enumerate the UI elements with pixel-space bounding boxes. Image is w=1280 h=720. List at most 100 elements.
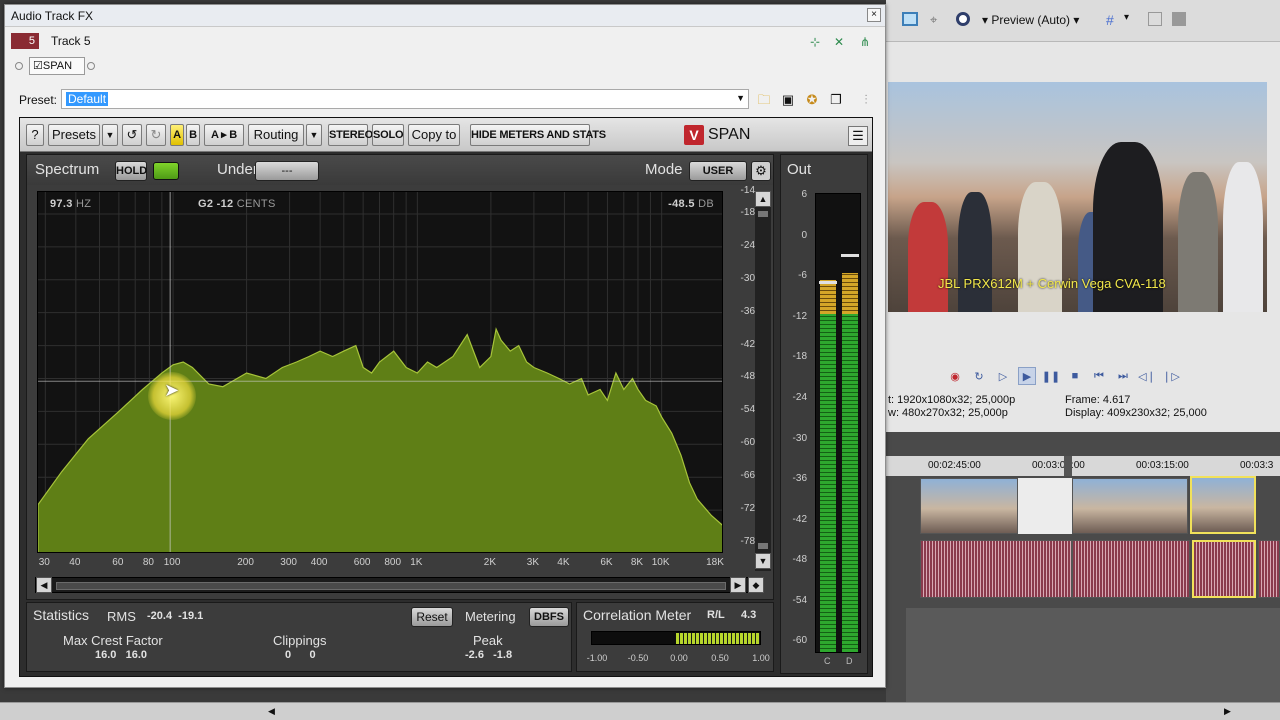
host-status-bar: ◀ ▶ bbox=[0, 702, 1280, 720]
gear-icon[interactable]: ⚙ bbox=[751, 161, 771, 181]
x-tick-label: 8K bbox=[630, 557, 644, 568]
play-from-start-icon[interactable]: ▷ bbox=[994, 367, 1012, 385]
reset-button[interactable]: Reset bbox=[411, 607, 453, 627]
play-icon[interactable]: ▶ bbox=[1018, 367, 1036, 385]
next-frame-icon[interactable]: ❘▷ bbox=[1162, 367, 1180, 385]
presets-button[interactable]: Presets bbox=[48, 124, 100, 146]
readout-frequency-unit: HZ bbox=[75, 198, 92, 210]
plugin-chain-pill[interactable]: ☑SPAN bbox=[29, 57, 85, 75]
close-button[interactable]: × bbox=[867, 8, 881, 22]
grid-icon[interactable]: # bbox=[1106, 12, 1114, 28]
timeline-ruler[interactable]: 00:02:45:00 00:03:00:00 00:03:15:00 00:0… bbox=[886, 456, 1280, 476]
window-titlebar[interactable]: Audio Track FX × bbox=[5, 5, 885, 27]
preset-dropdown[interactable]: Default ▼ bbox=[61, 89, 749, 109]
cursor-frequency-readout: 97.3 HZ bbox=[50, 198, 91, 210]
hide-meters-button[interactable]: HIDE METERS AND STATS bbox=[470, 124, 606, 146]
go-to-start-icon[interactable]: ⏮ bbox=[1090, 367, 1108, 385]
pause-icon[interactable]: ❚❚ bbox=[1042, 367, 1060, 385]
solo-button[interactable]: SOLO bbox=[372, 124, 404, 146]
playhead-marker[interactable] bbox=[1064, 456, 1072, 476]
overlay-icon[interactable] bbox=[956, 12, 970, 26]
save-preset-icon[interactable]: ▣ bbox=[779, 91, 797, 109]
x-tick-label: 300 bbox=[280, 557, 297, 568]
copy-a-to-b-button[interactable]: A ▸ B bbox=[204, 124, 244, 146]
chain-start-icon bbox=[15, 62, 23, 70]
scroll-left-icon[interactable]: ◀ bbox=[268, 706, 275, 717]
preview-info: w: 480x270x32; 25,000p bbox=[888, 407, 1008, 419]
redo-icon[interactable]: ↻ bbox=[146, 124, 166, 146]
scroll-down-icon[interactable]: ▼ bbox=[755, 553, 771, 569]
clippings-label: Clippings bbox=[273, 633, 327, 648]
rl-label: R/L bbox=[707, 609, 725, 621]
y-tick-label: -18 bbox=[740, 206, 755, 218]
clippings-values: 0 0 bbox=[285, 649, 316, 661]
grid-dropdown-icon[interactable]: ▾ bbox=[1124, 12, 1129, 23]
copy-to-button[interactable]: Copy to bbox=[408, 124, 460, 146]
open-folder-icon[interactable]: 🗀 bbox=[755, 91, 773, 109]
vertical-zoom-scrollbar[interactable]: ▲ ▼ bbox=[755, 191, 771, 571]
underlay-selector[interactable]: --- bbox=[255, 161, 319, 181]
horizontal-zoom-scrollbar[interactable]: ◀ ▶ ◆ bbox=[35, 577, 764, 593]
state-a-button[interactable]: A bbox=[170, 124, 184, 146]
chain-options-icon[interactable]: ⋔ bbox=[857, 35, 873, 49]
y-tick-label: -24 bbox=[740, 239, 755, 251]
vertical-scroll-thumb[interactable] bbox=[758, 211, 768, 217]
undo-icon[interactable]: ↺ bbox=[122, 124, 142, 146]
horizontal-scroll-track[interactable] bbox=[56, 582, 726, 590]
meter-tick-label: 0 bbox=[801, 229, 807, 241]
hold-button[interactable]: HOLD bbox=[115, 161, 147, 181]
preview-monitor-icon[interactable] bbox=[902, 12, 918, 26]
selected-video-clip[interactable] bbox=[1190, 476, 1256, 534]
copy-preset-icon[interactable]: ❐ bbox=[827, 91, 845, 109]
vertical-scroll-thumb-end[interactable] bbox=[758, 543, 768, 549]
scroll-right-icon[interactable]: ▶ bbox=[730, 577, 746, 593]
span-logo-text: SPAN bbox=[708, 126, 751, 143]
video-preview-frame: JBL PRX612M + Cerwin Vega CVA-118 bbox=[888, 82, 1267, 312]
preview-quality-dropdown[interactable]: ▾ Preview (Auto) ▾ bbox=[982, 13, 1079, 27]
x-tick-label: 60 bbox=[112, 557, 124, 568]
disabled-option-icon: ⫶ bbox=[864, 92, 868, 107]
cursor-level-readout: -48.5 DB bbox=[668, 198, 714, 210]
x-tick-label: 200 bbox=[237, 557, 254, 568]
stop-icon[interactable]: ■ bbox=[1066, 367, 1084, 385]
right-channel-label: D bbox=[846, 656, 853, 666]
mode-selector[interactable]: USER bbox=[689, 161, 747, 181]
record-icon[interactable]: ◉ bbox=[946, 367, 964, 385]
previous-frame-icon[interactable]: ◁❘ bbox=[1138, 367, 1156, 385]
audio-clip[interactable] bbox=[1258, 540, 1280, 598]
spectrum-graph[interactable]: 97.3 HZ G2 -12 CENTS -48.5 DB ➤ bbox=[37, 191, 723, 553]
empty-track-area[interactable] bbox=[906, 608, 1280, 702]
video-clip[interactable] bbox=[920, 478, 1018, 534]
hold-indicator[interactable] bbox=[153, 162, 179, 180]
stereo-button[interactable]: STEREO bbox=[328, 124, 373, 146]
export-preset-icon[interactable]: ✪ bbox=[803, 91, 821, 109]
audio-clip[interactable] bbox=[920, 540, 1072, 598]
routing-button[interactable]: Routing bbox=[248, 124, 304, 146]
remove-plugin-icon[interactable]: ✕ bbox=[831, 35, 847, 49]
audio-clip[interactable] bbox=[1072, 540, 1190, 598]
selected-audio-clip[interactable] bbox=[1192, 540, 1256, 598]
zoom-reset-icon[interactable]: ◆ bbox=[748, 577, 764, 593]
frame-info: Frame: 4.617 bbox=[1065, 394, 1131, 406]
readout-level: -48.5 bbox=[668, 198, 695, 210]
scroll-left-icon[interactable]: ◀ bbox=[36, 577, 52, 593]
plugin-chain-icon[interactable]: ⊹ bbox=[807, 35, 823, 49]
preset-row: Preset: Default ▼ 🗀 ▣ ✪ ❐ ⫶ bbox=[17, 89, 881, 111]
routing-dropdown-icon[interactable]: ▼ bbox=[306, 124, 322, 146]
split-screen-icon[interactable]: ⌖ bbox=[930, 12, 944, 27]
copy-snapshot-icon[interactable] bbox=[1148, 12, 1162, 26]
metering-label: Metering bbox=[465, 609, 516, 624]
video-clip[interactable] bbox=[1072, 478, 1188, 534]
loop-icon[interactable]: ↻ bbox=[970, 367, 988, 385]
presets-dropdown-icon[interactable]: ▼ bbox=[102, 124, 118, 146]
go-to-end-icon[interactable]: ⏭ bbox=[1114, 367, 1132, 385]
state-b-button[interactable]: B bbox=[186, 124, 200, 146]
save-snapshot-icon[interactable] bbox=[1172, 12, 1186, 26]
correlation-tick-label: -1.00 bbox=[586, 653, 608, 663]
scroll-right-icon[interactable]: ▶ bbox=[1224, 706, 1231, 717]
scroll-up-icon[interactable]: ▲ bbox=[755, 191, 771, 207]
x-tick-label: 1K bbox=[410, 557, 423, 568]
metering-mode-selector[interactable]: DBFS bbox=[529, 607, 569, 627]
help-button[interactable]: ? bbox=[26, 124, 44, 146]
main-menu-icon[interactable]: ☰ bbox=[848, 126, 868, 146]
